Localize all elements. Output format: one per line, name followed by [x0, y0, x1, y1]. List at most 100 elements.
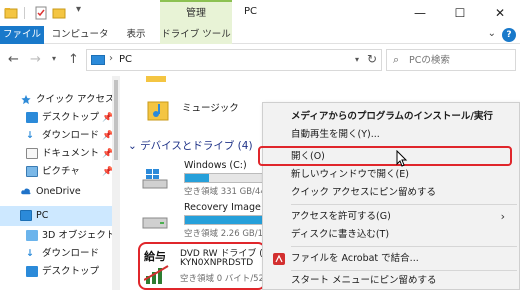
menu-item-autoplay[interactable]: 自動再生を開く(Y)...: [263, 125, 520, 145]
sidebar-item-label: ダウンロード: [42, 248, 100, 259]
ribbon-tabs: ファイル コンピューター 表示 ドライブ ツール ⌄ ?: [0, 26, 520, 66]
drive-usage-fill: [185, 174, 209, 182]
minimize-button[interactable]: —: [400, 0, 440, 26]
music-folder-icon[interactable]: [146, 96, 170, 124]
drive-free-space: 空き領域 331 GB/44: [184, 187, 266, 197]
back-arrow-icon[interactable]: ←: [8, 52, 19, 67]
menu-item-burn-disc[interactable]: ディスクに書き込む(T): [263, 225, 520, 245]
group-header-devices[interactable]: ⌄ デバイスとドライブ (4): [128, 138, 253, 153]
sidebar-item-label: クイック アクセス: [36, 94, 115, 105]
menu-item-open-new-window[interactable]: 新しいウィンドウで開く(E): [263, 165, 520, 185]
menu-item-acrobat-combine[interactable]: ファイルを Acrobat で結合...: [263, 249, 520, 269]
quick-access-dropdown-icon[interactable]: ▾: [76, 4, 90, 18]
sidebar-item-documents[interactable]: ドキュメント 📌: [0, 144, 120, 164]
address-path: PC: [119, 54, 133, 65]
mouse-cursor-icon: [396, 150, 408, 167]
recent-locations-icon[interactable]: ▾: [52, 54, 56, 63]
search-input[interactable]: [409, 52, 509, 68]
sidebar-item-3d-objects[interactable]: 3D オブジェクト: [0, 226, 120, 246]
sidebar-item-label: 3D オブジェクト: [42, 230, 116, 241]
forward-arrow-icon[interactable]: →: [30, 52, 41, 67]
download-arrow-icon: ↓: [26, 130, 34, 141]
star-icon: [21, 94, 31, 105]
dvd-drive-item-e[interactable]: 給与 DVD RW ドライブ (E:) KYN0XNPRDSTD 空き領域 0 …: [138, 242, 275, 290]
menu-item-label: スタート メニューにピン留めする: [291, 275, 437, 286]
title-bar: ▾ 管理 PC — ☐ ✕: [0, 0, 520, 26]
sidebar-item-desktop-pc[interactable]: デスクトップ: [0, 262, 120, 282]
sidebar-item-quick-access[interactable]: クイック アクセス: [0, 90, 120, 110]
chevron-right-icon[interactable]: ›: [109, 53, 113, 64]
menu-item-label: メディアからのプログラムのインストール/実行: [291, 111, 493, 122]
sidebar-item-pictures[interactable]: ピクチャ 📌: [0, 162, 120, 182]
maximize-button[interactable]: ☐: [440, 0, 480, 26]
tab-computer[interactable]: コンピューター: [50, 26, 110, 58]
sidebar-item-label: デスクトップ: [42, 112, 100, 123]
drive-name: Windows (C:): [184, 160, 247, 171]
document-icon: [26, 148, 38, 159]
tab-view[interactable]: 表示: [118, 26, 154, 44]
window-title: PC: [244, 6, 258, 17]
sidebar-item-label: デスクトップ: [42, 266, 100, 277]
sidebar-item-desktop[interactable]: デスクトップ 📌: [0, 108, 120, 128]
sidebar-item-label: PC: [36, 210, 49, 221]
properties-icon[interactable]: [34, 6, 48, 20]
drive-usage-fill: [185, 216, 265, 224]
drive-icon: [142, 217, 168, 229]
folder-partial-icon: [146, 76, 166, 82]
close-button[interactable]: ✕: [480, 0, 520, 26]
navigation-pane: クイック アクセス デスクトップ 📌 ↓ ダウンロード 📌 ドキュメント 📌 ピ…: [0, 76, 120, 290]
ribbon-expand-icon[interactable]: ⌄: [488, 28, 496, 39]
menu-item-label: ファイルを Acrobat で結合...: [291, 253, 419, 264]
windows-drive-icon: [142, 169, 168, 189]
sidebar-item-pc[interactable]: PC: [0, 206, 120, 226]
sidebar-item-downloads[interactable]: ↓ ダウンロード 📌: [0, 126, 120, 146]
sidebar-item-label: OneDrive: [36, 186, 81, 197]
menu-item-give-access[interactable]: アクセスを許可する(G) ›: [263, 207, 520, 227]
sidebar-item-label: ダウンロード: [42, 130, 100, 141]
volume-label: KYN0XNPRDSTD: [180, 258, 254, 268]
menu-item-pin-start[interactable]: スタート メニューにピン留めする: [263, 271, 520, 290]
submenu-arrow-icon: ›: [500, 210, 505, 223]
menu-item-label: クイック アクセスにピン留めする: [291, 187, 437, 198]
folder-label-music[interactable]: ミュージック: [182, 100, 239, 114]
drive-free-space: 空き領域 2.26 GB/15: [184, 229, 269, 239]
sidebar-scroll-thumb[interactable]: [114, 80, 118, 160]
pc-icon: [20, 210, 32, 221]
sidebar-item-label: ドキュメント: [42, 148, 100, 159]
desktop-icon: [26, 266, 38, 277]
tab-file[interactable]: ファイル: [0, 26, 44, 44]
folder-icon: [4, 8, 18, 19]
menu-item-label: 新しいウィンドウで開く(E): [291, 169, 409, 180]
up-arrow-icon[interactable]: ↑: [68, 52, 79, 67]
menu-item-pin-quick-access[interactable]: クイック アクセスにピン留めする: [263, 183, 520, 203]
drive-free-space: 空き領域 0 バイト/52: [180, 274, 264, 284]
pc-icon: [91, 55, 105, 65]
refresh-icon[interactable]: ↻: [367, 52, 377, 66]
search-icon: ⌕: [393, 53, 400, 66]
download-arrow-icon: ↓: [26, 248, 34, 259]
chevron-down-icon[interactable]: ▾: [355, 55, 359, 64]
search-box[interactable]: ⌕: [386, 49, 516, 71]
help-icon[interactable]: ?: [502, 28, 516, 42]
menu-item-label: アクセスを許可する(G): [291, 211, 391, 222]
menu-item-label: 自動再生を開く(Y)...: [291, 129, 380, 140]
new-folder-icon[interactable]: [52, 6, 66, 20]
menu-item-install-run[interactable]: メディアからのプログラムのインストール/実行: [263, 107, 520, 127]
tab-manage[interactable]: 管理: [160, 0, 232, 26]
chevron-down-icon[interactable]: ⌄: [128, 140, 140, 152]
sidebar-item-onedrive[interactable]: OneDrive: [0, 182, 120, 202]
desktop-icon: [26, 112, 38, 123]
bar-chart-icon: [144, 265, 169, 284]
group-header-label: デバイスとドライブ (4): [140, 140, 253, 152]
cloud-icon: [21, 188, 31, 195]
acrobat-icon: [273, 253, 285, 265]
menu-separator: [291, 204, 517, 205]
menu-item-label: ディスクに書き込む(T): [291, 229, 390, 240]
toolbar-separator: [24, 7, 25, 19]
payroll-disc-icon: 給与: [144, 248, 178, 286]
sidebar-item-downloads-pc[interactable]: ↓ ダウンロード: [0, 244, 120, 264]
picture-icon: [26, 166, 38, 177]
disc-icon-label: 給与: [144, 250, 166, 263]
sidebar-item-label: ピクチャ: [42, 166, 80, 177]
address-box[interactable]: › PC ▾ ↻: [86, 49, 382, 71]
